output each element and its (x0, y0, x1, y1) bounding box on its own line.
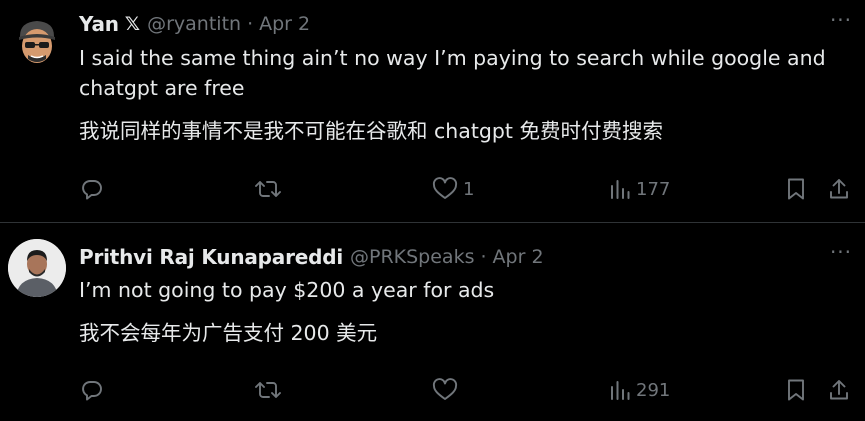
view-count: 291 (636, 379, 671, 401)
x-badge-icon: 𝕏 (124, 13, 141, 35)
repost-button[interactable] (255, 375, 281, 405)
separator-dot: · (247, 13, 254, 35)
share-icon (830, 179, 848, 199)
repost-button[interactable] (255, 174, 281, 204)
like-count: 1 (463, 178, 475, 200)
view-count: 177 (636, 178, 671, 200)
tweet-text: I said the same thing ain’t no way I’m p… (79, 46, 826, 100)
tweet-header: Prithvi Raj Kunapareddi @PRKSpeaks · Apr… (79, 244, 544, 270)
profile-photo-avatar (8, 239, 66, 297)
author-handle[interactable]: @ryantitn (147, 13, 241, 35)
heart-icon (432, 378, 458, 400)
reply-icon (82, 381, 102, 401)
avatar[interactable] (8, 239, 66, 297)
views-chart-icon (611, 180, 630, 199)
heart-icon (432, 177, 458, 199)
like-button[interactable] (432, 375, 458, 405)
tweet-text: I’m not going to pay $200 a year for ads (79, 278, 495, 302)
share-button[interactable] (828, 375, 850, 405)
bookmark-button[interactable] (785, 174, 807, 204)
avatar[interactable] (8, 13, 66, 71)
reply-icon (82, 180, 102, 200)
tweet-date[interactable]: Apr 2 (259, 13, 310, 35)
like-button[interactable]: 1 (432, 174, 474, 204)
author-name[interactable]: Yan (79, 12, 119, 36)
more-options-icon[interactable]: ··· (829, 10, 853, 30)
repost-icon (255, 181, 281, 197)
author-handle[interactable]: @PRKSpeaks (350, 246, 474, 268)
tweet[interactable]: Prithvi Raj Kunapareddi @PRKSpeaks · Apr… (0, 222, 865, 421)
bookmark-icon (788, 379, 804, 401)
tweet-header: Yan 𝕏 @ryantitn · Apr 2 (79, 11, 310, 37)
views-button[interactable]: 177 (609, 174, 670, 204)
reply-button[interactable] (80, 375, 104, 405)
more-options-icon[interactable]: ··· (829, 242, 853, 262)
views-chart-icon (611, 381, 630, 400)
tweet-actions: 291 (0, 375, 865, 405)
author-name[interactable]: Prithvi Raj Kunapareddi (79, 245, 343, 269)
bookmark-icon (788, 178, 804, 200)
tweet-actions: 1 177 (0, 174, 865, 204)
separator-dot: · (480, 246, 487, 268)
views-button[interactable]: 291 (609, 375, 670, 405)
memoji-avatar (8, 13, 66, 71)
share-icon (830, 380, 848, 400)
tweet-date[interactable]: Apr 2 (493, 246, 544, 268)
repost-icon (255, 382, 281, 398)
tweet-translation: 我不会每年为广告支付 200 美元 (79, 321, 378, 345)
bookmark-button[interactable] (785, 375, 807, 405)
share-button[interactable] (828, 174, 850, 204)
reply-button[interactable] (80, 174, 104, 204)
tweet-translation: 我说同样的事情不是我不可能在谷歌和 chatgpt 免费时付费搜索 (79, 119, 663, 143)
tweet[interactable]: Yan 𝕏 @ryantitn · Apr 2 ··· I said the s… (0, 0, 865, 222)
